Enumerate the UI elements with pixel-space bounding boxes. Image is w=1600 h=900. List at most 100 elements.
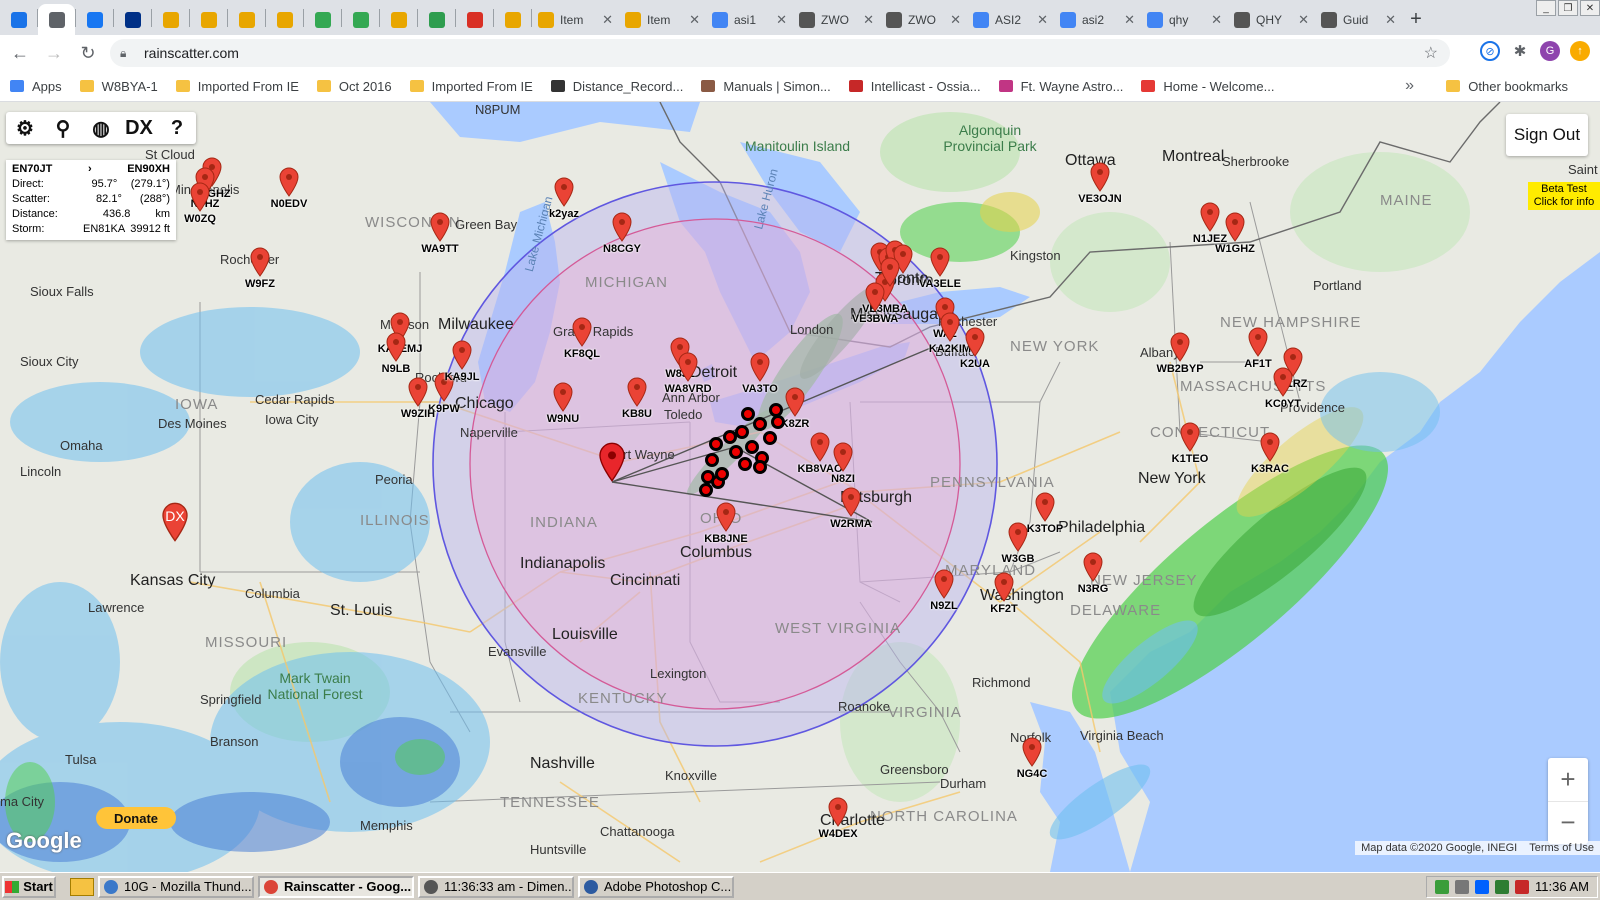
zoom-in-button[interactable]: + — [1548, 758, 1588, 801]
gear-icon[interactable]: ⚙ — [6, 112, 44, 144]
maximize-icon[interactable]: ❐ — [1558, 0, 1578, 16]
network-icon[interactable] — [1435, 879, 1450, 894]
home-location-pin[interactable] — [598, 442, 626, 482]
new-tab-button[interactable]: + — [1402, 4, 1430, 35]
storm-cell-marker[interactable] — [735, 425, 749, 439]
bookmark-item[interactable]: Distance_Record... — [550, 79, 683, 94]
station-marker-pin[interactable] — [430, 212, 450, 242]
storm-cell-marker[interactable] — [753, 460, 767, 474]
browser-tab[interactable] — [418, 4, 455, 35]
taskbar-window-button[interactable]: Adobe Photoshop C... — [578, 875, 734, 898]
browser-tab[interactable]: asi1 ✕ — [706, 4, 793, 35]
browser-tab[interactable]: QHY ✕ — [1228, 4, 1315, 35]
station-marker-pin[interactable] — [190, 182, 210, 212]
station-marker-pin[interactable] — [553, 382, 573, 412]
tab-close-icon[interactable]: ✕ — [1385, 12, 1396, 28]
station-marker-pin[interactable] — [612, 212, 632, 242]
station-marker-pin[interactable] — [716, 502, 736, 532]
station-marker-pin[interactable] — [572, 317, 592, 347]
bookmark-item[interactable]: Ft. Wayne Astro... — [998, 79, 1123, 94]
station-marker-pin[interactable] — [930, 247, 950, 277]
tab-close-icon[interactable]: ✕ — [689, 12, 700, 28]
pin-icon[interactable]: ⚲ — [44, 112, 82, 144]
station-marker-pin[interactable] — [833, 442, 853, 472]
taskbar-window-button[interactable]: 10G - Mozilla Thund... — [98, 875, 254, 898]
taskbar-window-button[interactable]: Rainscatter - Goog... — [258, 875, 414, 898]
storm-cell-marker[interactable] — [741, 407, 755, 421]
browser-tab[interactable]: qhy ✕ — [1141, 4, 1228, 35]
station-marker-pin[interactable] — [810, 432, 830, 462]
sign-out-button[interactable]: Sign Out — [1506, 114, 1588, 156]
station-marker-pin[interactable] — [1200, 202, 1220, 232]
zoom-out-button[interactable]: − — [1548, 802, 1588, 845]
station-marker-pin[interactable] — [408, 377, 428, 407]
storm-cell-marker[interactable] — [753, 417, 767, 431]
close-icon[interactable]: ✕ — [1580, 0, 1600, 16]
dx-button[interactable]: DX — [120, 112, 158, 144]
bookmark-item[interactable]: Home - Welcome... — [1141, 79, 1274, 94]
tab-close-icon[interactable]: ✕ — [1211, 12, 1222, 28]
browser-tab[interactable]: Item ✕ — [619, 4, 706, 35]
browser-tab[interactable] — [342, 4, 379, 35]
map-viewport[interactable]: WISCONSINMICHIGANIOWAILLINOISINDIANAOHIO… — [0, 102, 1600, 872]
station-marker-pin[interactable] — [1170, 332, 1190, 362]
tab-close-icon[interactable]: ✕ — [1037, 12, 1048, 28]
donate-button[interactable]: Donate — [96, 807, 176, 829]
update-icon[interactable]: ↑ — [1570, 41, 1590, 61]
browser-tab[interactable] — [266, 4, 303, 35]
browser-tab[interactable]: Item ✕ — [532, 4, 619, 35]
tab-close-icon[interactable]: ✕ — [1124, 12, 1135, 28]
station-marker-pin[interactable] — [940, 312, 960, 342]
bookmark-item[interactable]: Intellicast - Ossia... — [848, 79, 981, 94]
storm-cell-marker[interactable] — [705, 453, 719, 467]
station-marker-pin[interactable] — [785, 387, 805, 417]
storm-cell-marker[interactable] — [709, 437, 723, 451]
address-bar[interactable]: 🔒︎ rainscatter.com ☆ — [110, 39, 1450, 67]
browser-tab[interactable] — [76, 4, 113, 35]
browser-tab[interactable] — [0, 4, 37, 35]
volume-icon[interactable] — [1455, 879, 1470, 894]
station-marker-pin[interactable] — [934, 569, 954, 599]
browser-tab[interactable] — [190, 4, 227, 35]
station-marker-pin[interactable] — [880, 257, 900, 287]
station-marker-pin[interactable] — [1083, 552, 1103, 582]
station-marker-pin[interactable] — [828, 797, 848, 827]
help-icon[interactable]: ? — [158, 112, 196, 144]
browser-tab[interactable]: asi2 ✕ — [1054, 4, 1141, 35]
station-marker-pin[interactable] — [750, 352, 770, 382]
shield-icon[interactable] — [1515, 879, 1530, 894]
bookmark-item[interactable]: Imported From IE — [409, 79, 533, 94]
browser-tab[interactable]: ZWO ✕ — [880, 4, 967, 35]
station-marker-pin[interactable] — [1180, 422, 1200, 452]
browser-tab[interactable]: ASI2 ✕ — [967, 4, 1054, 35]
station-marker-pin[interactable] — [1273, 367, 1293, 397]
station-marker-pin[interactable] — [678, 352, 698, 382]
station-marker-pin[interactable] — [1260, 432, 1280, 462]
storm-cell-marker[interactable] — [763, 431, 777, 445]
bookmark-star-icon[interactable]: ☆ — [1424, 43, 1438, 63]
storm-cell-marker[interactable] — [738, 457, 752, 471]
station-marker-pin[interactable] — [994, 572, 1014, 602]
station-marker-pin[interactable] — [554, 177, 574, 207]
browser-tab[interactable] — [380, 4, 417, 35]
forward-button[interactable]: → — [40, 39, 68, 67]
bookmarks-overflow-button[interactable]: » — [1405, 77, 1414, 95]
back-button[interactable]: ← — [6, 39, 34, 67]
tab-close-icon[interactable]: ✕ — [776, 12, 787, 28]
beta-test-badge[interactable]: Beta Test Click for info — [1528, 182, 1600, 210]
storm-cell-marker[interactable] — [699, 483, 713, 497]
browser-tab[interactable] — [152, 4, 189, 35]
browser-tab[interactable] — [494, 4, 531, 35]
blocker-extension-icon[interactable]: ⊘ — [1480, 41, 1500, 61]
station-marker-pin[interactable] — [965, 327, 985, 357]
tab-close-icon[interactable]: ✕ — [863, 12, 874, 28]
tab-close-icon[interactable]: ✕ — [602, 12, 613, 28]
dropbox-icon[interactable] — [1475, 879, 1490, 894]
browser-tab[interactable]: Guid ✕ — [1315, 4, 1402, 35]
browser-tab[interactable] — [304, 4, 341, 35]
puzzle-extensions-icon[interactable]: ✱ — [1510, 41, 1530, 61]
folder-icon[interactable] — [70, 877, 94, 896]
station-marker-pin[interactable] — [1248, 327, 1268, 357]
storm-cell-marker[interactable] — [771, 415, 785, 429]
station-marker-pin[interactable] — [627, 377, 647, 407]
